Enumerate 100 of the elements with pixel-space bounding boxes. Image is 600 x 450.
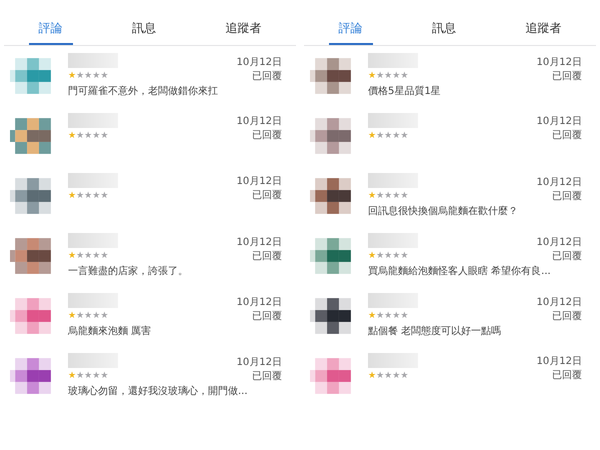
review-date: 10月12日 <box>236 296 282 309</box>
review-text: 烏龍麵來泡麵 厲害 <box>68 324 152 339</box>
blurred-name <box>68 53 118 68</box>
star-icon: ★ <box>92 370 100 382</box>
reply-status: 已回覆 <box>252 370 282 383</box>
blurred-name <box>68 233 118 248</box>
reply-status: 已回覆 <box>552 129 582 142</box>
tab[interactable]: 追蹤者 <box>515 18 572 45</box>
star-icon: ★ <box>368 250 376 262</box>
star-icon: ★ <box>368 130 376 142</box>
blurred-name <box>368 293 418 308</box>
star-icon: ★ <box>392 370 400 382</box>
star-icon: ★ <box>376 310 384 322</box>
review-date: 10月12日 <box>236 175 282 188</box>
star-icon: ★ <box>392 250 400 262</box>
star-icon: ★ <box>392 310 400 322</box>
tab[interactable]: 評論 <box>328 18 373 45</box>
review-date: 10月12日 <box>536 355 582 368</box>
reply-status: 已回覆 <box>552 310 582 323</box>
reply-status: 已回覆 <box>252 310 282 323</box>
review-text: 價格5星品質1星 <box>368 84 442 99</box>
star-icon: ★ <box>368 190 376 202</box>
review-date: 10月12日 <box>536 236 582 249</box>
star-icon: ★ <box>92 250 100 262</box>
star-icon: ★ <box>392 130 400 142</box>
star-icon: ★ <box>400 130 408 142</box>
star-icon: ★ <box>84 250 92 262</box>
review-date: 10月12日 <box>236 236 282 249</box>
review-date: 10月12日 <box>536 56 582 69</box>
star-icon: ★ <box>76 310 84 322</box>
star-icon: ★ <box>68 130 76 142</box>
tab[interactable]: 追蹤者 <box>215 18 272 45</box>
star-icon: ★ <box>68 250 76 262</box>
reply-status: 已回覆 <box>252 70 282 83</box>
reply-status: 已回覆 <box>252 250 282 263</box>
star-icon: ★ <box>376 70 384 82</box>
star-icon: ★ <box>68 70 76 82</box>
star-icon: ★ <box>76 370 84 382</box>
star-icon: ★ <box>400 310 408 322</box>
star-icon: ★ <box>376 190 384 202</box>
star-icon: ★ <box>84 190 92 202</box>
star-icon: ★ <box>68 310 76 322</box>
star-icon: ★ <box>368 310 376 322</box>
star-icon: ★ <box>84 70 92 82</box>
reply-status: 已回覆 <box>552 369 582 382</box>
review-date: 10月12日 <box>236 356 282 369</box>
review-date: 10月12日 <box>536 296 582 309</box>
star-icon: ★ <box>384 250 392 262</box>
star-icon: ★ <box>76 250 84 262</box>
tab[interactable]: 評論 <box>28 18 73 45</box>
review-text: 點個餐 老闆態度可以好一點嗎 <box>368 324 502 339</box>
star-icon: ★ <box>92 310 100 322</box>
tab[interactable]: 訊息 <box>122 18 166 45</box>
reply-status: 已回覆 <box>252 189 282 202</box>
review-text: 一言難盡的店家，誇張了。 <box>68 264 189 279</box>
blurred-name <box>368 173 418 188</box>
reply-status: 已回覆 <box>552 190 582 203</box>
blurred-name <box>368 233 418 248</box>
blurred-name <box>368 353 418 368</box>
reply-status: 已回覆 <box>552 250 582 263</box>
star-icon: ★ <box>92 190 100 202</box>
star-icon: ★ <box>100 370 108 382</box>
blurred-name <box>68 113 118 128</box>
star-icon: ★ <box>376 250 384 262</box>
star-icon: ★ <box>84 310 92 322</box>
blurred-name <box>368 113 418 128</box>
star-icon: ★ <box>100 250 108 262</box>
star-icon: ★ <box>376 130 384 142</box>
star-icon: ★ <box>400 370 408 382</box>
blurred-name <box>68 173 118 188</box>
star-icon: ★ <box>384 70 392 82</box>
star-icon: ★ <box>400 70 408 82</box>
star-icon: ★ <box>76 70 84 82</box>
star-icon: ★ <box>400 190 408 202</box>
star-icon: ★ <box>100 130 108 142</box>
review-date: 10月12日 <box>236 115 282 128</box>
review-date: 10月12日 <box>236 56 282 69</box>
review-date: 10月12日 <box>536 115 582 128</box>
star-icon: ★ <box>100 190 108 202</box>
star-icon: ★ <box>384 310 392 322</box>
reply-status: 已回覆 <box>252 129 282 142</box>
star-icon: ★ <box>368 70 376 82</box>
reply-status: 已回覆 <box>552 70 582 83</box>
star-icon: ★ <box>100 310 108 322</box>
star-icon: ★ <box>68 190 76 202</box>
tab[interactable]: 訊息 <box>422 18 466 45</box>
star-icon: ★ <box>384 190 392 202</box>
blurred-name <box>68 353 118 368</box>
star-icon: ★ <box>76 130 84 142</box>
review-text: 玻璃心勿留，還好我沒玻璃心，開門做... <box>68 384 249 399</box>
star-icon: ★ <box>400 250 408 262</box>
star-icon: ★ <box>100 70 108 82</box>
star-icon: ★ <box>384 130 392 142</box>
star-icon: ★ <box>68 370 76 382</box>
star-icon: ★ <box>92 130 100 142</box>
review-text: 門可羅雀不意外，老闆做錯你來扛 <box>68 84 219 99</box>
review-date: 10月12日 <box>536 176 582 189</box>
blurred-name <box>68 293 118 308</box>
star-icon: ★ <box>384 370 392 382</box>
star-icon: ★ <box>84 370 92 382</box>
